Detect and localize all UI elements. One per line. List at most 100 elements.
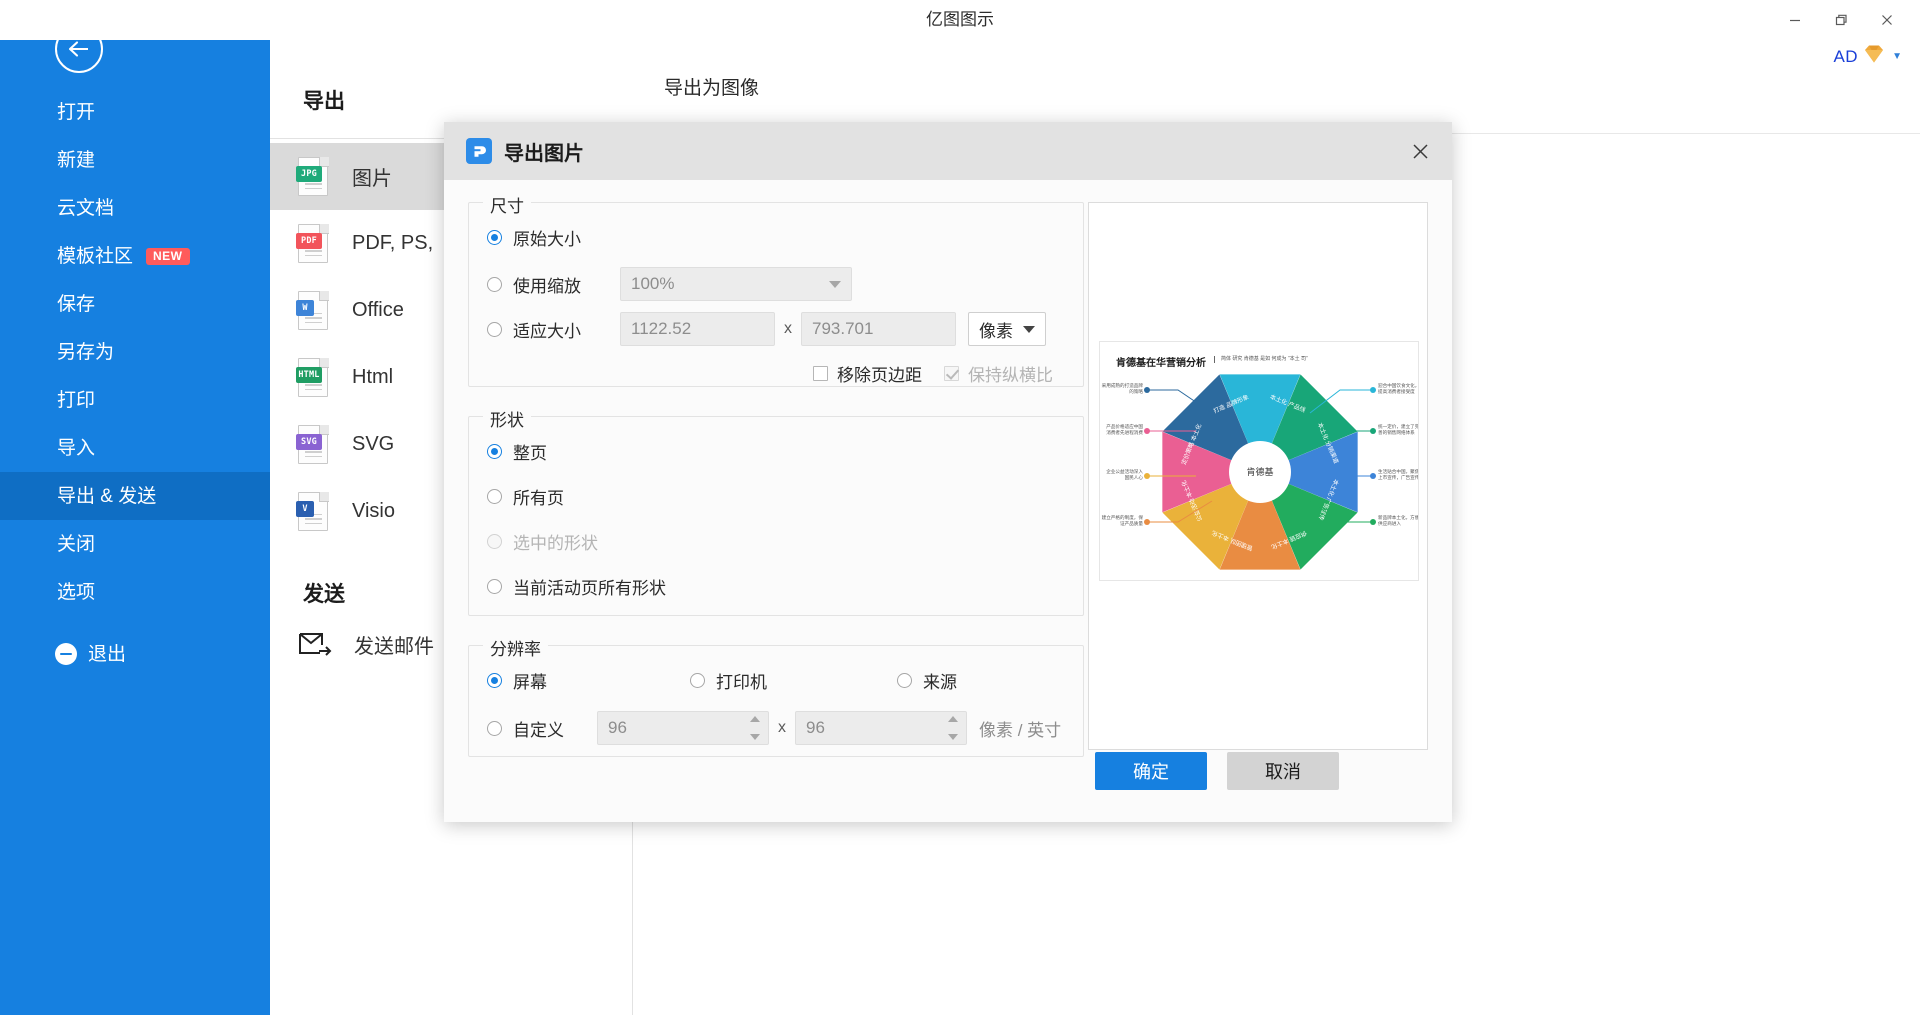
format-tag: V [296,500,314,517]
sidebar-item-exit[interactable]: 退出 [0,630,270,678]
radio-selected-shapes-label: 选中的形状 [513,534,598,553]
svg-text:统一定价，建立了完: 统一定价，建立了完 [1378,423,1419,430]
send-label: 发送邮件 [354,636,434,658]
shape-option-whole-page[interactable]: 整页 [487,439,1065,464]
export-image-dialog: 导出图片 尺寸 原始大小 使用缩放 100% 适应大小 1122.52 x 79… [444,122,1452,822]
application-window: 亿图图示 AD ▼ 打开 新建 云文档 模板社区 NEW 保存 另存为 打印 导… [0,0,1920,1015]
width-input[interactable]: 1122.52 [620,312,775,346]
chevron-down-icon[interactable]: ▼ [1892,51,1902,62]
radio-source[interactable] [897,673,912,688]
sidebar-item-open[interactable]: 打开 [0,88,270,136]
radio-printer[interactable] [690,673,705,688]
sidebar-item-new[interactable]: 新建 [0,136,270,184]
sidebar-item-save[interactable]: 保存 [0,280,270,328]
sidebar-item-cloud-docs[interactable]: 云文档 [0,184,270,232]
account-area[interactable]: AD ▼ [1833,44,1902,69]
radio-screen-label: 屏幕 [513,673,547,692]
sidebar-item-label: 模板社区 [57,245,134,267]
sidebar-item-label: 另存为 [57,341,115,363]
scale-value: 100% [631,274,675,293]
radio-fit-size[interactable] [487,321,502,337]
format-tag: PDF [296,232,322,249]
sidebar-item-label: 导出 & 发送 [57,485,157,507]
sidebar-item-export-send[interactable]: 导出 & 发送 [0,472,270,520]
thumbnail-subtitle: 简体 研究 肯德基 是如 何成为 “本土 司” [1214,356,1308,363]
radio-original-size[interactable] [487,230,502,245]
radio-all-pages-label: 所有页 [513,489,564,508]
ok-button[interactable]: 确定 [1095,752,1207,790]
svg-text:上市宣传，广告宣传: 上市宣传，广告宣传 [1378,474,1419,481]
radio-active-page-shapes-label: 当前活动页所有形状 [513,579,666,598]
thumbnail-octagon-diagram: 肯德基 本土化 产品线 本土化 分销渠道 本土化 广告宣传 供应链 本土化 管理… [1102,374,1419,570]
svg-text:迎合中国饮食文化，: 迎合中国饮食文化， [1378,382,1419,389]
svg-text:的策略: 的策略 [1129,388,1143,395]
sidebar-item-label: 退出 [88,643,127,665]
svg-text:供应商进入: 供应商进入 [1378,520,1401,527]
close-icon[interactable] [1864,4,1910,36]
checkbox-remove-margin[interactable] [813,366,828,381]
svg-text:证产品质量: 证产品质量 [1120,520,1143,527]
vip-diamond-icon [1863,44,1885,69]
sidebar-item-label: 选项 [57,581,96,603]
cancel-button[interactable]: 取消 [1227,752,1339,790]
radio-whole-page[interactable] [487,444,502,459]
export-as-image-heading: 导出为图像 [664,78,760,99]
sidebar-item-print[interactable]: 打印 [0,376,270,424]
size-scale-row[interactable]: 使用缩放 100% [487,267,1065,301]
svg-text:企业公益活动深入: 企业公益活动深入 [1106,468,1143,475]
x-separator: x [784,320,792,337]
unit-combobox[interactable]: 像素 [968,312,1046,346]
radio-original-size-label: 原始大小 [513,230,581,249]
format-label: Office [352,299,404,321]
svg-text:提高消费者接受度: 提高消费者接受度 [1378,388,1415,395]
sidebar-item-label: 关闭 [57,533,96,555]
radio-all-pages[interactable] [487,489,502,504]
shape-fieldset: 形状 整页 所有页 选中的形状 当前活动页所有形状 [468,406,1084,616]
size-fieldset: 尺寸 原始大小 使用缩放 100% 适应大小 1122.52 x 793.701… [468,192,1084,387]
height-input[interactable]: 793.701 [801,312,956,346]
sidebar-menu: 打开 新建 云文档 模板社区 NEW 保存 另存为 打印 导入 导出 & 发送 … [0,88,270,678]
size-fit-row[interactable]: 适应大小 1122.52 x 793.701 像素 [487,312,1065,346]
thumbnail-title: 肯德基在华营销分析 [1116,358,1206,369]
format-label: Visio [352,500,395,522]
dialog-header: 导出图片 [444,122,1452,180]
shape-option-selected-shapes: 选中的形状 [487,529,1065,554]
sidebar-item-close[interactable]: 关闭 [0,520,270,568]
dialog-left-pane: 尺寸 原始大小 使用缩放 100% 适应大小 1122.52 x 793.701… [468,192,1084,757]
radio-printer-label: 打印机 [716,673,767,692]
minimize-icon[interactable] [1772,4,1818,36]
sidebar-item-import[interactable]: 导入 [0,424,270,472]
dialog-footer: 确定 取消 [444,726,1452,822]
sidebar-item-save-as[interactable]: 另存为 [0,328,270,376]
new-badge: NEW [146,247,190,265]
restore-icon[interactable] [1818,4,1864,36]
visio-file-icon: V [296,491,330,532]
size-original-row[interactable]: 原始大小 [487,225,1065,250]
size-legend: 尺寸 [483,192,531,217]
svg-text:国民人心: 国民人心 [1125,474,1144,481]
close-icon[interactable] [1402,133,1438,169]
preview-pane: 肯德基在华营销分析 简体 研究 肯德基 是如 何成为 “本土 司” 肯德基 本土… [1088,202,1428,750]
shape-option-active-page-shapes[interactable]: 当前活动页所有形状 [487,574,1065,599]
svg-text:消费者先进程消费: 消费者先进程消费 [1106,429,1143,436]
sidebar-item-label: 保存 [57,293,96,315]
html-file-icon: HTML [296,357,330,398]
format-tag: HTML [296,366,322,383]
format-tag: W [296,299,314,316]
title-bar: 亿图图示 [0,0,1920,40]
shape-option-all-pages[interactable]: 所有页 [487,484,1065,509]
radio-active-page-shapes[interactable] [487,579,502,594]
format-tag: SVG [296,433,322,450]
checkbox-keep-ratio [944,366,959,381]
chevron-down-icon [829,281,841,288]
scale-combobox[interactable]: 100% [620,267,852,301]
sidebar-item-templates[interactable]: 模板社区 NEW [0,232,270,280]
radio-use-scale[interactable] [487,276,502,292]
sidebar-item-options[interactable]: 选项 [0,568,270,616]
unit-value: 像素 [979,321,1013,341]
radio-screen[interactable] [487,673,502,688]
format-tag: JPG [296,165,322,182]
svg-text:新品牌本土化，方便: 新品牌本土化，方便 [1378,514,1419,521]
format-label: PDF, PS, [352,232,434,254]
window-controls [1772,0,1910,40]
